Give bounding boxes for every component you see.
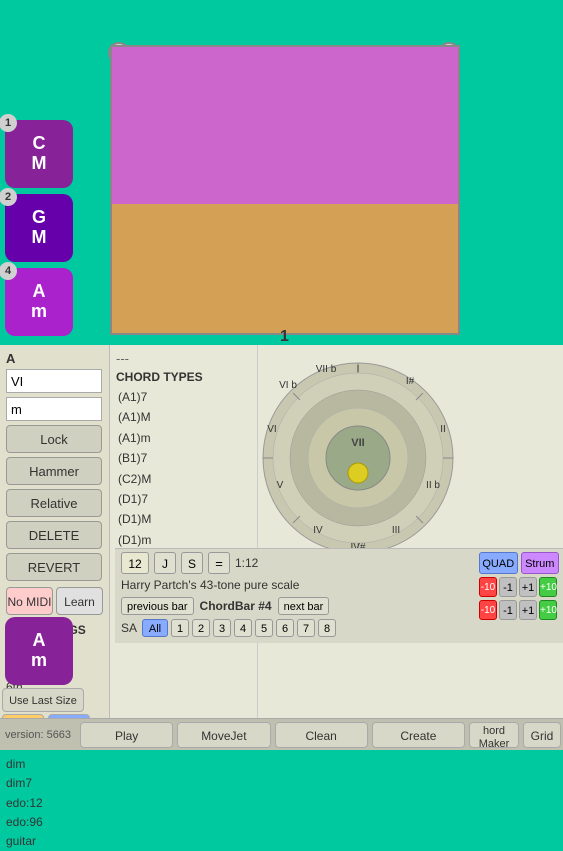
piano-purple-area <box>112 47 458 204</box>
svg-text:VII b: VII b <box>316 364 337 375</box>
plus1-btn-1[interactable]: +1 <box>519 577 537 597</box>
num-row-1: -10 -1 +1 +10 <box>479 577 559 597</box>
sa-btn-5[interactable]: 5 <box>255 619 273 637</box>
prev-bar-button[interactable]: previous bar <box>121 597 194 615</box>
minus1-btn-2[interactable]: -1 <box>499 600 517 620</box>
svg-text:VII: VII <box>351 437 364 449</box>
chord-type-a1m-upper[interactable]: (A1)M <box>116 407 251 427</box>
clean-button[interactable]: Clean <box>275 722 368 748</box>
svg-text:I: I <box>357 364 360 375</box>
svg-text:IV: IV <box>313 525 323 536</box>
chord-block-1[interactable]: 1 CM <box>5 120 73 188</box>
svg-text:VI: VI <box>267 424 276 435</box>
left-bottom-chord-display[interactable]: Am <box>5 617 73 685</box>
tag-edo96[interactable]: edo:96 <box>6 813 103 832</box>
chord-type-d1m-upper[interactable]: (D1)M <box>116 509 251 529</box>
hammer-button[interactable]: Hammer <box>6 457 102 485</box>
left-sidebar: 1 CM 2 GM 4 Am <box>5 120 80 336</box>
grid-button[interactable]: Grid <box>523 722 561 748</box>
sa-all-button[interactable]: All <box>142 619 168 637</box>
chord-name-4: Am <box>31 282 47 322</box>
chord-type-a17[interactable]: (A1)7 <box>116 387 251 407</box>
sa-btn-6[interactable]: 6 <box>276 619 294 637</box>
left-bottom-chord-name: Am <box>31 631 47 671</box>
tag-edo12[interactable]: edo:12 <box>6 794 103 813</box>
minus10-btn-2[interactable]: -10 <box>479 600 497 620</box>
chord-name-1: CM <box>32 134 47 174</box>
relative-button[interactable]: Relative <box>6 489 102 517</box>
plus10-btn-1[interactable]: +10 <box>539 577 557 597</box>
midi-row: No MIDI Learn <box>6 587 103 615</box>
chord-num-2: 2 <box>0 188 17 206</box>
right-button-panel: QUAD Strum -10 -1 +1 +10 -10 -1 +1 +10 <box>475 548 563 643</box>
svg-text:II b: II b <box>426 480 440 491</box>
chord-name-2: GM <box>32 208 47 248</box>
circle-of-fifths[interactable]: I I# II II b III IV# IV V VI VI b VII b … <box>258 358 458 558</box>
svg-text:III: III <box>392 525 400 536</box>
chord-input-m[interactable] <box>6 397 102 421</box>
chord-type-d17[interactable]: (D1)7 <box>116 489 251 509</box>
j-button[interactable]: J <box>154 552 176 574</box>
bottom-nav-bar: version: 5663 Play MoveJet Clean Create … <box>0 718 563 750</box>
scale-number[interactable]: 12 <box>121 552 149 574</box>
tag-guitar[interactable]: guitar <box>6 832 103 851</box>
midi-learn-button[interactable]: Learn <box>56 587 103 615</box>
sa-btn-3[interactable]: 3 <box>213 619 231 637</box>
svg-text:VI b: VI b <box>279 380 297 391</box>
sa-btn-1[interactable]: 1 <box>171 619 189 637</box>
bar-number: 1 <box>280 328 289 346</box>
chord-type-a1m-lower[interactable]: (A1)m <box>116 428 251 448</box>
revert-button[interactable]: REVERT <box>6 553 102 581</box>
create-button[interactable]: Create <box>372 722 465 748</box>
piano-brown-area <box>112 204 458 333</box>
minus1-btn-1[interactable]: -1 <box>499 577 517 597</box>
piano-display <box>110 45 460 335</box>
play-button[interactable]: Play <box>80 722 173 748</box>
svg-text:I#: I# <box>406 376 415 387</box>
movejet-button[interactable]: MoveJet <box>177 722 270 748</box>
no-midi-button[interactable]: No MIDI <box>6 587 53 615</box>
chord-block-4[interactable]: 4 Am <box>5 268 73 336</box>
version-label: version: 5663 <box>0 729 78 741</box>
chord-type-b17[interactable]: (B1)7 <box>116 448 251 468</box>
sa-label: SA <box>121 621 137 635</box>
sa-btn-8[interactable]: 8 <box>318 619 336 637</box>
chord-input-vi[interactable] <box>6 369 102 393</box>
num-row-2: -10 -1 +1 +10 <box>479 600 559 620</box>
plus10-btn-2[interactable]: +10 <box>539 600 557 620</box>
chord-label-a: A <box>6 351 103 366</box>
eq-button[interactable]: = <box>208 552 230 574</box>
chord-maker-button[interactable]: hordMaker <box>469 722 519 748</box>
use-last-size-button[interactable]: Use Last Size <box>2 688 84 712</box>
delete-button[interactable]: DELETE <box>6 521 102 549</box>
chord-bar-label: ChordBar #4 <box>200 599 272 613</box>
scale-time: 1:12 <box>235 556 258 570</box>
svg-text:V: V <box>277 480 284 491</box>
chord-block-2[interactable]: 2 GM <box>5 194 73 262</box>
quad-button[interactable]: QUAD <box>479 552 518 574</box>
chord-types-header: CHORD TYPES <box>116 370 251 384</box>
next-bar-button[interactable]: next bar <box>278 597 330 615</box>
sa-btn-7[interactable]: 7 <box>297 619 315 637</box>
dash-line: --- <box>116 351 251 366</box>
chord-num-1: 1 <box>0 114 17 132</box>
tag-dim[interactable]: dim <box>6 755 103 774</box>
s-button[interactable]: S <box>181 552 203 574</box>
tag-dim7[interactable]: dim7 <box>6 774 103 793</box>
top-area: 1 1 1 <box>0 0 563 345</box>
lock-button[interactable]: Lock <box>6 425 102 453</box>
chord-type-c2m[interactable]: (C2)M <box>116 469 251 489</box>
strum-button[interactable]: Strum <box>521 552 560 574</box>
sa-btn-2[interactable]: 2 <box>192 619 210 637</box>
svg-text:II: II <box>440 424 446 435</box>
minus10-btn-1[interactable]: -10 <box>479 577 497 597</box>
chord-num-4: 4 <box>0 262 17 280</box>
quad-strum-row: QUAD Strum <box>479 552 559 574</box>
plus1-btn-2[interactable]: +1 <box>519 600 537 620</box>
sa-btn-4[interactable]: 4 <box>234 619 252 637</box>
